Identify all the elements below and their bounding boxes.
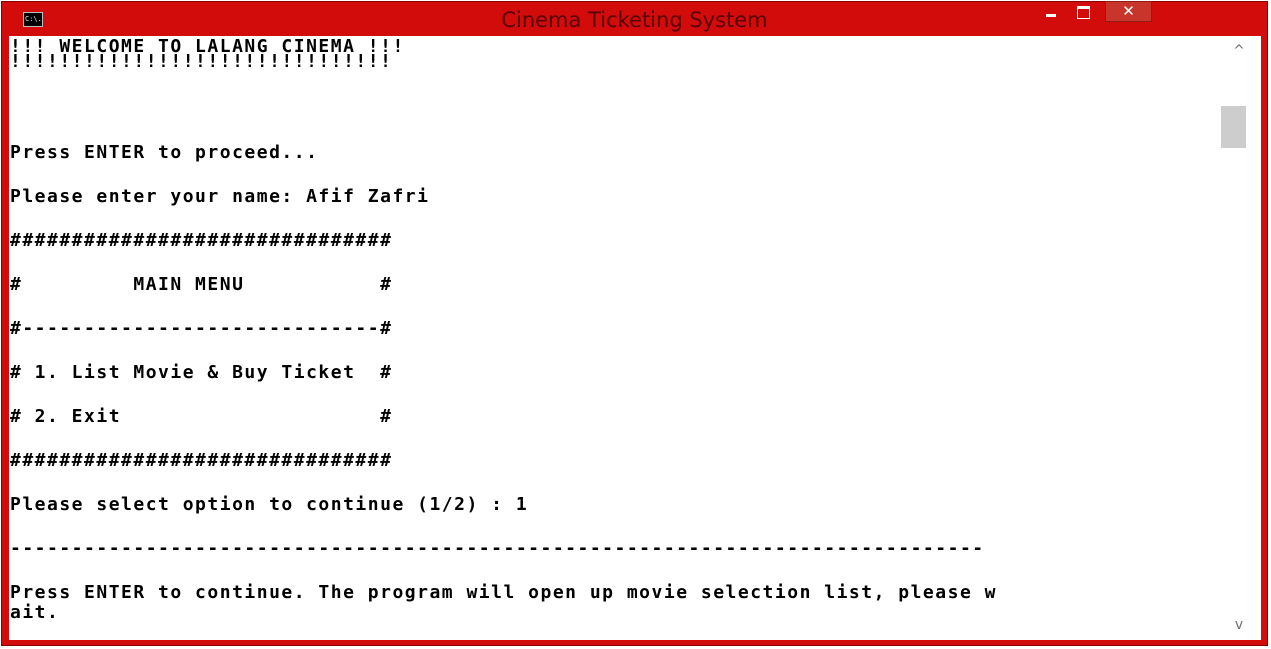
console-line: ############################### xyxy=(10,230,393,251)
maximize-icon xyxy=(1077,6,1090,19)
close-icon: ✕ xyxy=(1122,2,1135,20)
console-output: !!! WELCOME TO LALANG CINEMA !!! !!!!!!!… xyxy=(9,36,1217,640)
vertical-scrollbar[interactable]: ^ v xyxy=(1217,36,1261,640)
console-line: !!!!!!!!!!!!!!!!!!!!!!!!!!!!!!! xyxy=(10,51,393,72)
scroll-up-arrow-icon[interactable]: ^ xyxy=(1217,36,1261,66)
console-line: #-----------------------------# xyxy=(10,318,393,339)
minimize-icon xyxy=(1046,14,1056,17)
close-button[interactable]: ✕ xyxy=(1105,1,1152,22)
console-line: ----------------------------------------… xyxy=(10,538,985,559)
console-line: # 2. Exit # xyxy=(10,406,393,427)
console-line: Press ENTER to proceed... xyxy=(10,142,319,163)
console-line: # MAIN MENU # xyxy=(10,274,393,295)
console-line: # 1. List Movie & Buy Ticket # xyxy=(10,362,393,383)
console-line: Please enter your name: Afif Zafri xyxy=(10,186,430,207)
console-line: ait. xyxy=(10,602,60,623)
maximize-button[interactable] xyxy=(1071,2,1098,24)
console-line: ############################### xyxy=(10,450,393,471)
title-bar[interactable]: C:\. Cinema Ticketing System ✕ xyxy=(2,1,1267,38)
console-window: C:\. Cinema Ticketing System ✕ !!! WELCO… xyxy=(1,1,1268,646)
console-line: Press ENTER to continue. The program wil… xyxy=(10,582,997,603)
scroll-thumb[interactable] xyxy=(1221,106,1246,148)
scroll-down-arrow-icon[interactable]: v xyxy=(1217,610,1261,640)
console-area[interactable]: !!! WELCOME TO LALANG CINEMA !!! !!!!!!!… xyxy=(9,36,1261,640)
minimize-button[interactable] xyxy=(1038,2,1065,24)
console-line: Please select option to continue (1/2) :… xyxy=(10,494,529,515)
